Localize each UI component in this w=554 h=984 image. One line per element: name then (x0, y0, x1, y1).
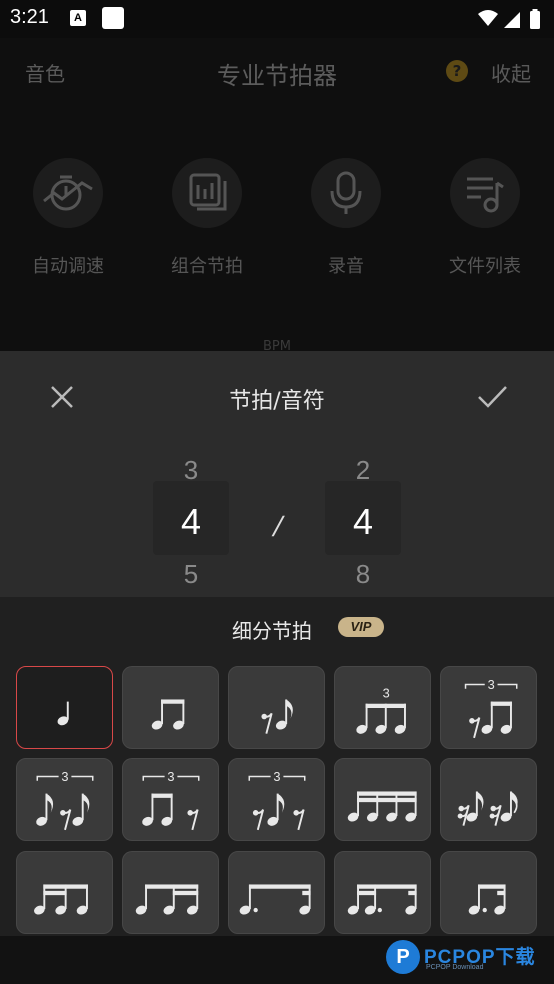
two-eighths-icon (151, 698, 184, 730)
vip-badge: VIP (338, 617, 384, 637)
page-title: 专业节拍器 (217, 62, 337, 90)
feature-file-list[interactable]: 文件列表 (430, 158, 540, 278)
feature-combo-beat[interactable]: 组合节拍 (152, 158, 262, 278)
a-notification-icon: A (70, 10, 86, 26)
subdivision-pattern-12[interactable] (122, 851, 219, 934)
subdivision-pattern-5[interactable]: 3 (440, 666, 537, 749)
status-bar: 3:21 A (0, 0, 554, 38)
feature-label: 组合节拍 (171, 256, 243, 277)
rest-eighth-rest-triplet-icon: 3 (248, 768, 305, 830)
help-icon[interactable]: ? (446, 60, 468, 82)
feature-label: 文件列表 (449, 256, 521, 277)
four-sixteenths-icon (347, 790, 417, 822)
two-sixteenths-eighth-icon (135, 883, 198, 915)
subdivision-pattern-14[interactable] (334, 851, 431, 934)
sixteenth-rests-pattern-icon (457, 790, 518, 826)
collapse-button[interactable]: 收起 (491, 58, 531, 87)
note-picker-next[interactable]: 8 (325, 559, 401, 590)
subdivision-pattern-2[interactable] (122, 666, 219, 749)
subdivision-pattern-10[interactable] (440, 758, 537, 841)
signal-icon (504, 12, 520, 28)
battery-icon (530, 11, 540, 29)
feature-label: 自动调速 (32, 256, 104, 277)
square-notification-icon (102, 7, 124, 29)
beats-picker-prev[interactable]: 3 (153, 455, 229, 486)
subdivision-pattern-7[interactable]: 3 (122, 758, 219, 841)
subdivision-pattern-6[interactable]: 3 (16, 758, 113, 841)
feature-record[interactable]: 录音 (291, 158, 401, 278)
watermark: P PCPOP下载 PCPOP Download (386, 940, 554, 974)
note-picker-current[interactable]: 4 (325, 501, 401, 543)
music-list-icon (467, 177, 504, 213)
dotted-eighth-sixteenth-alt-icon (468, 883, 506, 915)
sixteenth-dotted-eighth-icon (347, 883, 417, 915)
time-signature-sheet: 节拍/音符 3 4 5 / 2 4 8 细分节拍 VIP (0, 351, 554, 936)
metronome-app-background: 音色 专业节拍器 ? 收起 自动调速 组合节拍 录音 文件列表 BPM (0, 38, 554, 411)
status-time: 3:21 (10, 6, 49, 28)
timer-speed-icon (43, 175, 93, 211)
microphone-icon (330, 171, 362, 214)
svg-text:3: 3 (382, 685, 389, 700)
note-picker-prev[interactable]: 2 (325, 455, 401, 486)
beats-picker-next[interactable]: 5 (153, 559, 229, 590)
wifi-icon (478, 10, 498, 26)
subdivision-pattern-4[interactable]: 3 (334, 666, 431, 749)
svg-text:3: 3 (167, 768, 174, 783)
svg-text:3: 3 (273, 768, 280, 783)
subdivision-pattern-15[interactable] (440, 851, 537, 934)
feature-auto-speed[interactable]: 自动调速 (13, 158, 123, 278)
watermark-logo: P (386, 940, 420, 974)
svg-text:3: 3 (61, 768, 68, 783)
subdivision-pattern-3[interactable] (228, 666, 325, 749)
two-eighths-rest-triplet-icon: 3 (141, 768, 199, 830)
subdivision-pattern-13[interactable] (228, 851, 325, 934)
eighth-rest-eighth-icon (260, 698, 293, 734)
sheet-header: 节拍/音符 3 4 5 / 2 4 8 (0, 351, 554, 597)
subdivision-pattern-11[interactable] (16, 851, 113, 934)
svg-text:3: 3 (487, 676, 494, 691)
watermark-sub: PCPOP Download (426, 964, 484, 971)
picker-separator: / (269, 511, 287, 542)
three-sixteenths-triplet-icon: 3 (355, 685, 406, 734)
quarter-note-icon (56, 701, 69, 725)
dotted-eighth-sixteenth-icon (239, 883, 311, 915)
feature-label: 录音 (328, 256, 364, 277)
rest-two-eighths-triplet-icon: 3 (464, 676, 517, 738)
system-status-icons (478, 9, 540, 29)
subdivision-pattern-9[interactable] (334, 758, 431, 841)
eighth-two-sixteenths-icon (33, 883, 88, 915)
combo-beat-icon (189, 173, 227, 211)
subdivision-title: 细分节拍 (232, 619, 312, 643)
subdivision-pattern-1[interactable] (16, 666, 113, 749)
check-icon[interactable] (474, 379, 510, 415)
subdivision-pattern-8[interactable]: 3 (228, 758, 325, 841)
beats-picker-current[interactable]: 4 (153, 501, 229, 543)
sheet-title: 节拍/音符 (229, 389, 325, 414)
eighth-rest-eighth-triplet-icon: 3 (35, 768, 93, 830)
